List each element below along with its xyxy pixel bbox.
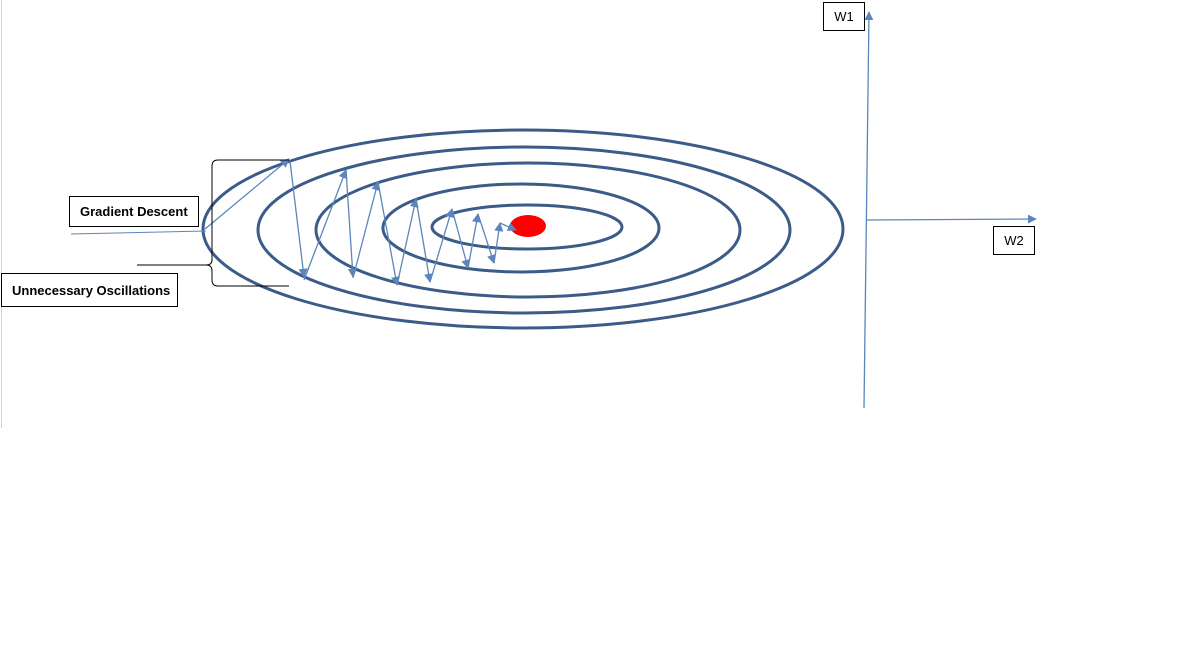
step-3: [303, 169, 348, 281]
gradient-descent-leader: [70, 230, 207, 235]
unnecessary-oscillations-label: Unnecessary Oscillations: [1, 273, 178, 307]
step-2: [289, 160, 308, 278]
w1-axis-label: W1: [823, 2, 865, 31]
w2-axis: [865, 214, 1037, 224]
step-12: [477, 213, 496, 264]
minimum-point: [510, 215, 546, 237]
w2-axis-label: W2: [993, 226, 1035, 255]
step-10: [451, 208, 471, 269]
step-9: [429, 208, 454, 283]
w1-axis: [863, 11, 874, 409]
step-11: [467, 213, 481, 269]
gradient-descent-diagram: [1, 0, 1037, 428]
gradient-descent-label: Gradient Descent: [69, 196, 199, 227]
step-13: [493, 222, 504, 264]
step-5: [352, 181, 381, 279]
step-6: [377, 181, 400, 286]
step-4: [345, 169, 358, 278]
step-8: [415, 198, 434, 283]
step-7: [396, 198, 419, 286]
step-1: [204, 158, 290, 230]
